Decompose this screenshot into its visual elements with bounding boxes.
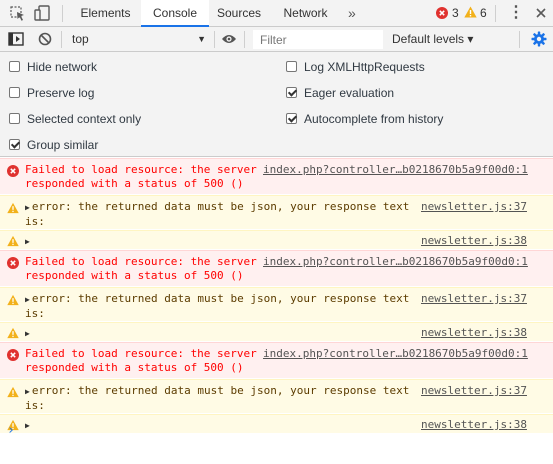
console-warning-message[interactable]: ▶ newsletter.js:38 xyxy=(0,322,553,342)
console-error-message[interactable]: Failed to load resource: the server respo… xyxy=(0,158,553,195)
tab-network[interactable]: Network xyxy=(274,0,337,26)
sidebar-toggle-icon[interactable] xyxy=(8,32,24,46)
warning-icon xyxy=(7,202,19,214)
warning-icon xyxy=(7,294,19,306)
expand-triangle-icon[interactable]: ▶ xyxy=(25,387,30,396)
error-count: 3 xyxy=(452,6,459,20)
console-error-message[interactable]: Failed to load resource: the server respo… xyxy=(0,250,553,287)
message-text: ▶ xyxy=(25,234,32,249)
error-icon xyxy=(7,257,19,269)
device-toolbar-icon[interactable] xyxy=(33,4,53,22)
message-text: ▶ error: the returned data must be json, … xyxy=(25,292,410,320)
tab-elements[interactable]: Elements xyxy=(72,0,139,26)
warning-icon xyxy=(7,235,19,247)
setting-label: Preserve log xyxy=(27,86,95,100)
toolbar-divider xyxy=(62,5,63,22)
toolbar-divider xyxy=(244,31,245,48)
expand-triangle-icon[interactable]: ▶ xyxy=(25,421,30,430)
setting-label: Group similar xyxy=(27,138,99,152)
source-link[interactable]: newsletter.js:38 xyxy=(421,418,527,432)
toolbar-divider xyxy=(61,31,62,48)
source-link[interactable]: newsletter.js:37 xyxy=(421,200,527,214)
close-icon[interactable] xyxy=(535,7,547,19)
tab-sources[interactable]: Sources xyxy=(210,0,268,26)
toolbar-divider xyxy=(495,5,496,22)
warning-icon xyxy=(7,327,19,339)
setting-label: Autocomplete from history xyxy=(304,112,444,126)
console-warning-message[interactable]: ▶ error: the returned data must be json, … xyxy=(0,287,553,322)
toolbar-divider xyxy=(214,31,215,48)
warning-icon xyxy=(7,386,19,398)
devtools-tabbar: Elements Console Sources Network » 3 6 ⋮ xyxy=(0,0,553,27)
console-messages: Failed to load resource: the server respo… xyxy=(0,158,553,434)
checkbox[interactable] xyxy=(9,113,20,124)
checkbox[interactable] xyxy=(286,61,297,72)
checkbox-checked[interactable] xyxy=(286,113,297,124)
error-icon xyxy=(7,349,19,361)
console-settings-pane: Hide network Preserve log Selected conte… xyxy=(0,52,553,157)
checkbox[interactable] xyxy=(9,61,20,72)
tab-console[interactable]: Console xyxy=(141,0,209,27)
message-text: ▶ xyxy=(25,418,32,433)
message-text: Failed to load resource: the server respo… xyxy=(25,347,257,374)
console-warning-message[interactable]: ▶ newsletter.js:38 xyxy=(0,230,553,250)
checkbox-checked[interactable] xyxy=(286,87,297,98)
setting-label: Hide network xyxy=(27,60,98,74)
console-toolbar: top ▼ Default levels ▾ xyxy=(0,27,553,52)
source-link[interactable]: newsletter.js:38 xyxy=(421,234,527,248)
context-value: top xyxy=(72,32,89,46)
message-text: ▶ error: the returned data must be json, … xyxy=(25,384,410,412)
warning-count: 6 xyxy=(480,6,487,20)
warning-icon xyxy=(464,6,477,18)
inspect-element-icon[interactable] xyxy=(8,4,28,22)
source-link[interactable]: newsletter.js:37 xyxy=(421,292,527,306)
console-prompt[interactable]: › xyxy=(7,423,15,438)
message-text: Failed to load resource: the server respo… xyxy=(25,255,257,282)
source-link[interactable]: index.php?controller…b0218670b5a9f00d0:1 xyxy=(263,255,528,269)
expand-triangle-icon[interactable]: ▶ xyxy=(25,329,30,338)
error-icon xyxy=(7,165,19,177)
chevron-down-icon: ▼ xyxy=(197,34,206,44)
source-link[interactable]: newsletter.js:38 xyxy=(421,326,527,340)
setting-label: Log XMLHttpRequests xyxy=(304,60,425,74)
more-tabs-button[interactable]: » xyxy=(348,0,356,26)
console-warning-message[interactable]: ▶ newsletter.js:38 xyxy=(0,414,553,434)
log-levels-dropdown[interactable]: Default levels ▾ xyxy=(392,29,473,49)
error-icon xyxy=(436,7,448,19)
source-link[interactable]: index.php?controller…b0218670b5a9f00d0:1 xyxy=(263,347,528,361)
context-selector[interactable]: top ▼ xyxy=(66,29,210,49)
checkbox[interactable] xyxy=(9,87,20,98)
setting-label: Selected context only xyxy=(27,112,142,126)
gear-icon[interactable] xyxy=(531,31,547,47)
eye-icon[interactable] xyxy=(221,33,237,45)
filter-input[interactable] xyxy=(253,30,383,49)
source-link[interactable]: newsletter.js:37 xyxy=(421,384,527,398)
expand-triangle-icon[interactable]: ▶ xyxy=(25,203,30,212)
message-text: Failed to load resource: the server respo… xyxy=(25,163,257,190)
console-warning-message[interactable]: ▶ error: the returned data must be json, … xyxy=(0,379,553,414)
checkbox-checked[interactable] xyxy=(9,139,20,150)
clear-console-icon[interactable] xyxy=(38,32,52,46)
kebab-menu-icon[interactable]: ⋮ xyxy=(508,0,524,26)
expand-triangle-icon[interactable]: ▶ xyxy=(25,295,30,304)
expand-triangle-icon[interactable]: ▶ xyxy=(25,237,30,246)
message-text: ▶ xyxy=(25,326,32,341)
source-link[interactable]: index.php?controller…b0218670b5a9f00d0:1 xyxy=(263,163,528,177)
message-text: ▶ error: the returned data must be json, … xyxy=(25,200,410,228)
setting-label: Eager evaluation xyxy=(304,86,395,100)
toolbar-divider xyxy=(519,31,520,48)
console-error-message[interactable]: Failed to load resource: the server respo… xyxy=(0,342,553,379)
console-warning-message[interactable]: ▶ error: the returned data must be json, … xyxy=(0,195,553,230)
